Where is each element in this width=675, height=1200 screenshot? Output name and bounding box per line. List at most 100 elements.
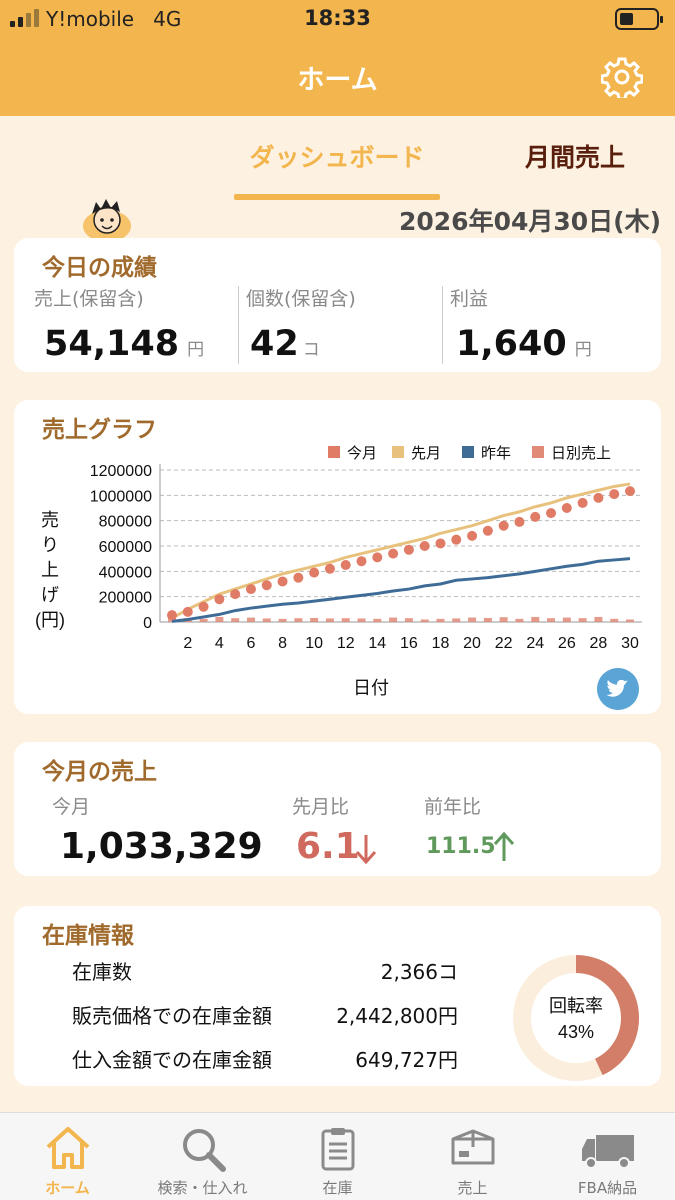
daily-sales-bar [357,618,366,622]
y-axis-label: げ [41,585,59,605]
inventory-row-value: 2,366コ [380,960,458,984]
legend-label: 昨年 [481,445,511,462]
yoy-value: 111.5 [426,834,496,859]
inventory-row: 販売価格での在庫金額 2,442,800円 [72,1000,458,1029]
x-tick-label: 28 [590,635,608,652]
this-month-point [309,567,320,578]
divider [442,286,443,364]
bottom-nav-sales[interactable]: 売上 [405,1113,540,1200]
clock: 18:33 [304,6,371,30]
this-month-point [340,560,351,570]
profit-stat: 利益 1,640 円 [450,284,592,364]
count-stat: 個数(保留含) 42 コ [246,284,356,364]
inventory-row: 在庫数 2,366コ [72,956,458,985]
bottom-nav-label: FBA納品 [577,1179,638,1197]
tab-dashboard[interactable]: ダッシュボード [234,138,440,174]
this-month-point [593,492,604,503]
daily-sales-bar [231,618,240,622]
x-tick-label: 16 [400,635,418,652]
daily-sales-bar [499,617,508,622]
x-tick-label: 24 [526,635,544,652]
arrow-up-icon [493,831,515,861]
daily-sales-bar [562,617,571,622]
this-month-point [403,544,414,555]
daily-sales-bar [610,618,619,622]
daily-sales-bar [626,619,634,622]
y-tick-label: 400000 [99,564,152,581]
x-tick-label: 18 [432,635,450,652]
yoy-label: 前年比 [424,796,482,818]
daily-sales-bar [246,617,255,622]
daily-sales-bar [420,619,429,622]
last-year-line [171,557,631,623]
status-bar: Y!mobile 4G 18:33 [0,0,675,36]
y-axis-label: り [41,535,59,555]
twitter-share-icon[interactable] [597,668,639,710]
x-axis-label: 日付 [353,678,389,698]
daily-sales-bar [278,618,287,622]
daily-sales-bar [483,617,492,622]
bottom-nav-label: 検索・仕入れ [157,1179,248,1197]
y-axis-label: 売 [41,510,59,530]
legend-label: 今月 [347,445,377,462]
sales-stat: 売上(保留含) 54,148 円 [34,284,204,364]
x-tick-label: 22 [495,635,513,652]
bottom-nav-home[interactable]: ホーム [0,1113,135,1200]
legend-swatch [392,446,404,458]
bottom-nav-search[interactable]: 検索・仕入れ [135,1113,270,1200]
this-month-point [214,594,225,605]
home-icon [46,1127,90,1169]
this-month-point [467,530,478,541]
legend-label: 日別売上 [551,445,611,462]
this-month-point [245,584,256,595]
box-icon [451,1129,495,1165]
y-axis-label: 上 [41,560,59,580]
count-value: 42 コ [250,324,320,364]
daily-sales-bar [389,617,398,622]
daily-sales-bar [404,618,413,622]
tab-indicator [234,194,440,200]
profit-value: 1,640 円 [456,324,592,364]
this-month-point [482,525,493,536]
tab-bar: ダッシュボード 月間売上 [0,116,675,206]
sales-graph-card: 売上グラフ 1200000 1000000 800000 600000 400000 20… [14,400,661,714]
bottom-nav-label: ホーム [45,1179,90,1197]
today-title: 今日の成績 [42,255,157,281]
bottom-nav: ホーム 検索・仕入れ 在庫 売上 FBA納品 [0,1112,675,1200]
y-axis-label: (円) [35,610,65,630]
bottom-nav-fba[interactable]: FBA納品 [540,1113,675,1200]
x-tick-label: 20 [463,635,481,652]
this-month-point [514,516,525,527]
last-month-line [171,482,631,620]
current-date: 2026年04月30日(木) [398,207,661,236]
this-month-point [167,610,177,621]
y-tick-label: 0 [143,615,152,632]
tab-monthly-sales[interactable]: 月間売上 [500,138,650,174]
this-month-point [561,503,572,513]
x-tick-label: 2 [183,635,192,652]
legend-label: 先月 [411,445,441,462]
this-month-point [372,552,383,563]
today-card: 今日の成績 売上(保留含) 54,148 円 個数(保留含) 42 コ 利益 1,6… [14,238,661,372]
sales-chart: 1200000 1000000 800000 600000 400000 200000 0 2… [35,445,642,698]
divider [238,286,239,364]
inventory-card: 在庫情報 在庫数 2,366コ 販売価格での在庫金額 2,442,800円 仕入… [14,906,661,1086]
inventory-row: 仕入金額での在庫金額 649,727円 [72,1044,458,1073]
daily-sales-bar [531,616,540,622]
x-tick-label: 4 [215,635,224,652]
this-month-point [324,563,335,574]
daily-sales-bar [294,618,303,622]
bottom-nav-inventory[interactable]: 在庫 [270,1113,405,1200]
sales-label: 売上(保留含) [34,288,144,310]
this-month-value: 1,033,329 [60,826,263,867]
x-tick-label: 26 [558,635,576,652]
inventory-row-value: 649,727円 [355,1048,458,1072]
mom-label: 先月比 [292,796,350,818]
y-tick-label: 1200000 [90,463,152,480]
turnover-value: 43% [558,1022,594,1042]
gear-icon[interactable] [601,56,643,98]
x-tick-label: 14 [368,635,386,652]
this-month-point [182,606,193,617]
clipboard-icon [321,1128,355,1171]
this-month-point [451,534,462,545]
